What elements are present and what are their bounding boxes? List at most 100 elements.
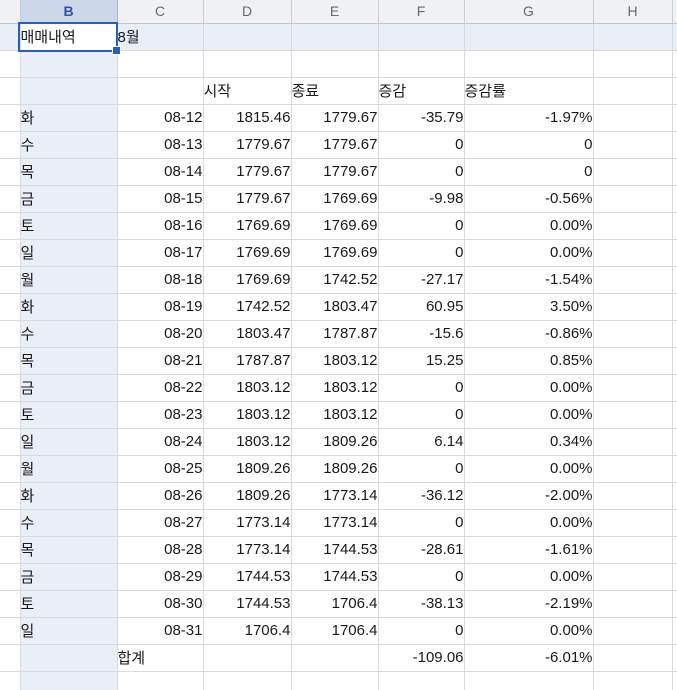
date-cell[interactable]: 08-25 — [117, 455, 204, 483]
end-cell[interactable]: 1706.4 — [291, 590, 379, 618]
start-cell[interactable]: 1769.69 — [203, 212, 292, 240]
cell-i[interactable] — [672, 185, 677, 213]
change-cell[interactable]: 6.14 — [378, 428, 465, 456]
date-cell[interactable]: 08-18 — [117, 266, 204, 294]
day-cell[interactable]: 수 — [20, 509, 118, 537]
cell-h[interactable] — [593, 347, 673, 375]
cell-g1[interactable] — [464, 23, 594, 51]
rate-cell[interactable]: -2.00% — [464, 482, 594, 510]
cell-a[interactable] — [0, 590, 21, 618]
column-header-b[interactable]: B — [20, 0, 118, 24]
change-cell[interactable]: 15.25 — [378, 347, 465, 375]
day-cell[interactable]: 토 — [20, 590, 118, 618]
rate-cell[interactable]: 0.00% — [464, 239, 594, 267]
start-cell[interactable]: 1779.67 — [203, 158, 292, 186]
change-cell[interactable]: 0 — [378, 509, 465, 537]
cell-e-total[interactable] — [291, 644, 379, 672]
change-cell[interactable]: 0 — [378, 401, 465, 429]
cell-i[interactable] — [672, 428, 677, 456]
start-cell[interactable]: 1809.26 — [203, 482, 292, 510]
day-cell[interactable]: 수 — [20, 131, 118, 159]
cell-h[interactable] — [593, 536, 673, 564]
cell-h[interactable] — [593, 185, 673, 213]
cell-a[interactable] — [0, 320, 21, 348]
day-cell[interactable]: 화 — [20, 482, 118, 510]
column-header-a[interactable] — [0, 0, 21, 24]
date-cell[interactable]: 08-30 — [117, 590, 204, 618]
rate-cell[interactable]: -0.56% — [464, 185, 594, 213]
cell-a2[interactable] — [0, 50, 21, 78]
rate-cell[interactable]: -1.61% — [464, 536, 594, 564]
change-cell[interactable]: 0 — [378, 239, 465, 267]
column-header-d[interactable]: D — [203, 0, 292, 24]
end-cell[interactable]: 1803.12 — [291, 374, 379, 402]
cell-a[interactable] — [0, 347, 21, 375]
cell-d2[interactable] — [203, 50, 292, 78]
rate-cell[interactable]: 0.00% — [464, 509, 594, 537]
cell-i[interactable] — [672, 104, 677, 132]
cell-i[interactable] — [672, 482, 677, 510]
start-cell[interactable]: 1779.67 — [203, 185, 292, 213]
cell-i[interactable] — [672, 509, 677, 537]
rate-cell[interactable]: 0.34% — [464, 428, 594, 456]
cell-i[interactable] — [672, 347, 677, 375]
cell-i[interactable] — [672, 266, 677, 294]
change-cell[interactable]: -35.79 — [378, 104, 465, 132]
end-cell[interactable]: 1769.69 — [291, 185, 379, 213]
start-cell[interactable]: 1779.67 — [203, 131, 292, 159]
day-cell[interactable]: 화 — [20, 293, 118, 321]
cell-e2[interactable] — [291, 50, 379, 78]
day-cell[interactable]: 금 — [20, 374, 118, 402]
end-cell[interactable]: 1773.14 — [291, 509, 379, 537]
end-cell[interactable]: 1744.53 — [291, 536, 379, 564]
end-cell[interactable]: 1809.26 — [291, 455, 379, 483]
cell-i[interactable] — [672, 374, 677, 402]
cell-b3[interactable] — [20, 77, 118, 105]
start-cell[interactable]: 1787.87 — [203, 347, 292, 375]
day-cell[interactable]: 월 — [20, 266, 118, 294]
rate-cell[interactable]: 0.85% — [464, 347, 594, 375]
date-cell[interactable]: 08-21 — [117, 347, 204, 375]
cell-a1[interactable] — [0, 23, 21, 51]
start-cell[interactable]: 1803.12 — [203, 401, 292, 429]
cell-b2[interactable] — [20, 50, 118, 78]
day-cell[interactable]: 목 — [20, 536, 118, 564]
start-cell[interactable]: 1744.53 — [203, 563, 292, 591]
cell-a[interactable] — [0, 185, 21, 213]
date-cell[interactable]: 08-16 — [117, 212, 204, 240]
column-header-e[interactable]: E — [291, 0, 379, 24]
cell-h[interactable] — [593, 401, 673, 429]
cell-i[interactable] — [672, 320, 677, 348]
date-cell[interactable]: 08-27 — [117, 509, 204, 537]
cell-a[interactable] — [0, 239, 21, 267]
cell-a[interactable] — [0, 293, 21, 321]
start-cell[interactable]: 1815.46 — [203, 104, 292, 132]
date-cell[interactable]: 08-26 — [117, 482, 204, 510]
cell-a[interactable] — [0, 104, 21, 132]
end-cell[interactable]: 1769.69 — [291, 212, 379, 240]
end-cell[interactable]: 1769.69 — [291, 239, 379, 267]
day-cell[interactable]: 화 — [20, 104, 118, 132]
cell-i[interactable] — [672, 131, 677, 159]
cell-e1[interactable] — [291, 23, 379, 51]
rate-cell[interactable]: 0.00% — [464, 563, 594, 591]
rate-cell[interactable]: 0.00% — [464, 212, 594, 240]
cell-h[interactable] — [593, 455, 673, 483]
cell-c2[interactable] — [117, 50, 204, 78]
date-cell[interactable]: 08-19 — [117, 293, 204, 321]
column-header-h[interactable]: H — [593, 0, 673, 24]
rate-cell[interactable]: 0.00% — [464, 617, 594, 645]
day-cell[interactable]: 금 — [20, 563, 118, 591]
end-cell[interactable]: 1773.14 — [291, 482, 379, 510]
date-cell[interactable]: 08-17 — [117, 239, 204, 267]
change-cell[interactable]: -38.13 — [378, 590, 465, 618]
cell-c3[interactable] — [117, 77, 204, 105]
header-end[interactable]: 종료 — [291, 77, 379, 105]
day-cell[interactable]: 토 — [20, 212, 118, 240]
change-cell[interactable]: -27.17 — [378, 266, 465, 294]
end-cell[interactable]: 1779.67 — [291, 104, 379, 132]
end-cell[interactable]: 1779.67 — [291, 131, 379, 159]
cell-c-bottom[interactable] — [117, 671, 204, 690]
date-cell[interactable]: 08-14 — [117, 158, 204, 186]
header-rate[interactable]: 증감률 — [464, 77, 594, 105]
